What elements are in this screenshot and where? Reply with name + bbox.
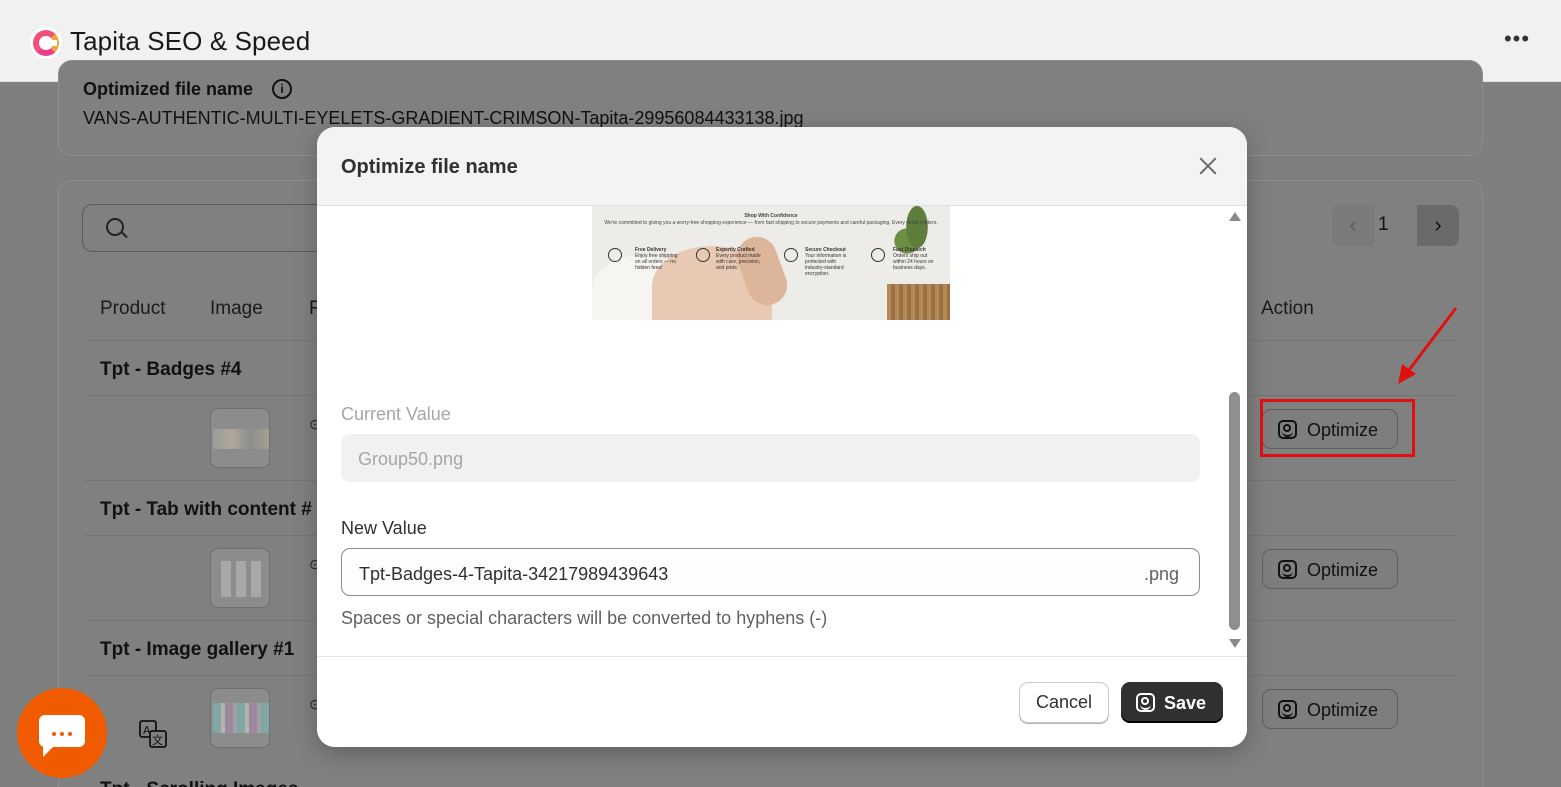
info-icon[interactable]: i <box>272 79 292 99</box>
image-icon <box>1136 693 1155 712</box>
annotation-highlight-box <box>1260 399 1415 457</box>
search-icon <box>106 218 124 236</box>
card-icon <box>784 248 798 262</box>
new-value-input[interactable]: Tpt-Badges-4-Tapita-34217989439643 .png <box>341 548 1200 596</box>
image-thumbnail[interactable] <box>210 408 270 468</box>
image-thumbnail[interactable] <box>210 548 270 608</box>
app-title: Tapita SEO & Speed <box>70 26 311 56</box>
preview-feature: Secure Checkout Your information is prote… <box>805 247 847 277</box>
badge-icon <box>696 248 710 262</box>
optimize-button[interactable]: Optimize <box>1262 549 1398 589</box>
cancel-button[interactable]: Cancel <box>1019 682 1109 723</box>
translate-icon[interactable]: A 文 <box>139 720 167 748</box>
pagination-page-number: 1 <box>1378 214 1389 235</box>
close-icon[interactable] <box>1193 151 1223 181</box>
product-title: Tpt - Scrolling Images <box>100 779 298 787</box>
modal-footer: Cancel Save <box>317 656 1247 747</box>
optimize-button[interactable]: Optimize <box>1262 689 1398 729</box>
image-preview: Shop With Confidence We're committed to g… <box>592 206 950 320</box>
modal-header: Optimize file name <box>317 127 1247 206</box>
column-header-action: Action <box>1261 298 1314 319</box>
modal-title: Optimize file name <box>341 156 518 178</box>
preview-feature: Fast Dispatch Orders ship out within 24 h… <box>893 247 934 271</box>
column-header-image: Image <box>210 298 263 319</box>
file-extension-suffix: .png <box>1144 564 1180 584</box>
app-logo-icon <box>30 27 62 59</box>
image-thumbnail[interactable] <box>210 688 270 748</box>
chat-widget-button[interactable] <box>17 688 107 778</box>
product-title: Tpt - Badges #4 <box>100 359 242 380</box>
annotation-arrow-icon <box>1398 307 1458 384</box>
clock-icon <box>871 248 885 262</box>
new-value-text[interactable]: Tpt-Badges-4-Tapita-34217989439643 <box>359 564 668 585</box>
scroll-thumb[interactable] <box>1229 392 1240 630</box>
image-icon <box>1278 700 1297 719</box>
product-title: Tpt - Image gallery #1 <box>100 639 295 660</box>
scroll-up-arrow-icon[interactable] <box>1229 212 1241 221</box>
help-text: Spaces or special characters will be con… <box>341 608 828 628</box>
pagination-prev-button[interactable]: ‹ <box>1332 205 1374 246</box>
chat-icon <box>39 715 85 757</box>
optimize-file-name-modal: Optimize file name Shop With Confidence W… <box>317 127 1247 747</box>
optimized-file-name-label: Optimized file name <box>83 79 254 99</box>
save-button[interactable]: Save <box>1121 682 1223 723</box>
preview-caption: Shop With Confidence We're committed to g… <box>604 213 938 226</box>
scroll-down-arrow-icon[interactable] <box>1229 639 1241 648</box>
current-value-label: Current Value <box>341 404 451 424</box>
new-value-label: New Value <box>341 518 427 538</box>
modal-scrollbar[interactable] <box>1223 206 1247 656</box>
globe-icon <box>608 248 622 262</box>
more-actions-button[interactable]: ••• <box>1500 28 1534 54</box>
preview-feature: Free Delivery Enjoy free shipping on all … <box>635 247 678 271</box>
pagination-next-button[interactable]: › <box>1417 205 1459 246</box>
image-icon <box>1278 560 1297 579</box>
svg-text:文: 文 <box>152 733 163 747</box>
current-value-field: Group50.png <box>341 434 1200 482</box>
column-header-product: Product <box>100 298 166 319</box>
preview-feature: Expertly Crafted Every product made with … <box>716 247 761 271</box>
product-title: Tpt - Tab with content # <box>100 499 312 520</box>
optimized-file-name-value: VANS-AUTHENTIC-MULTI-EYELETS-GRADIENT-CR… <box>83 108 804 128</box>
